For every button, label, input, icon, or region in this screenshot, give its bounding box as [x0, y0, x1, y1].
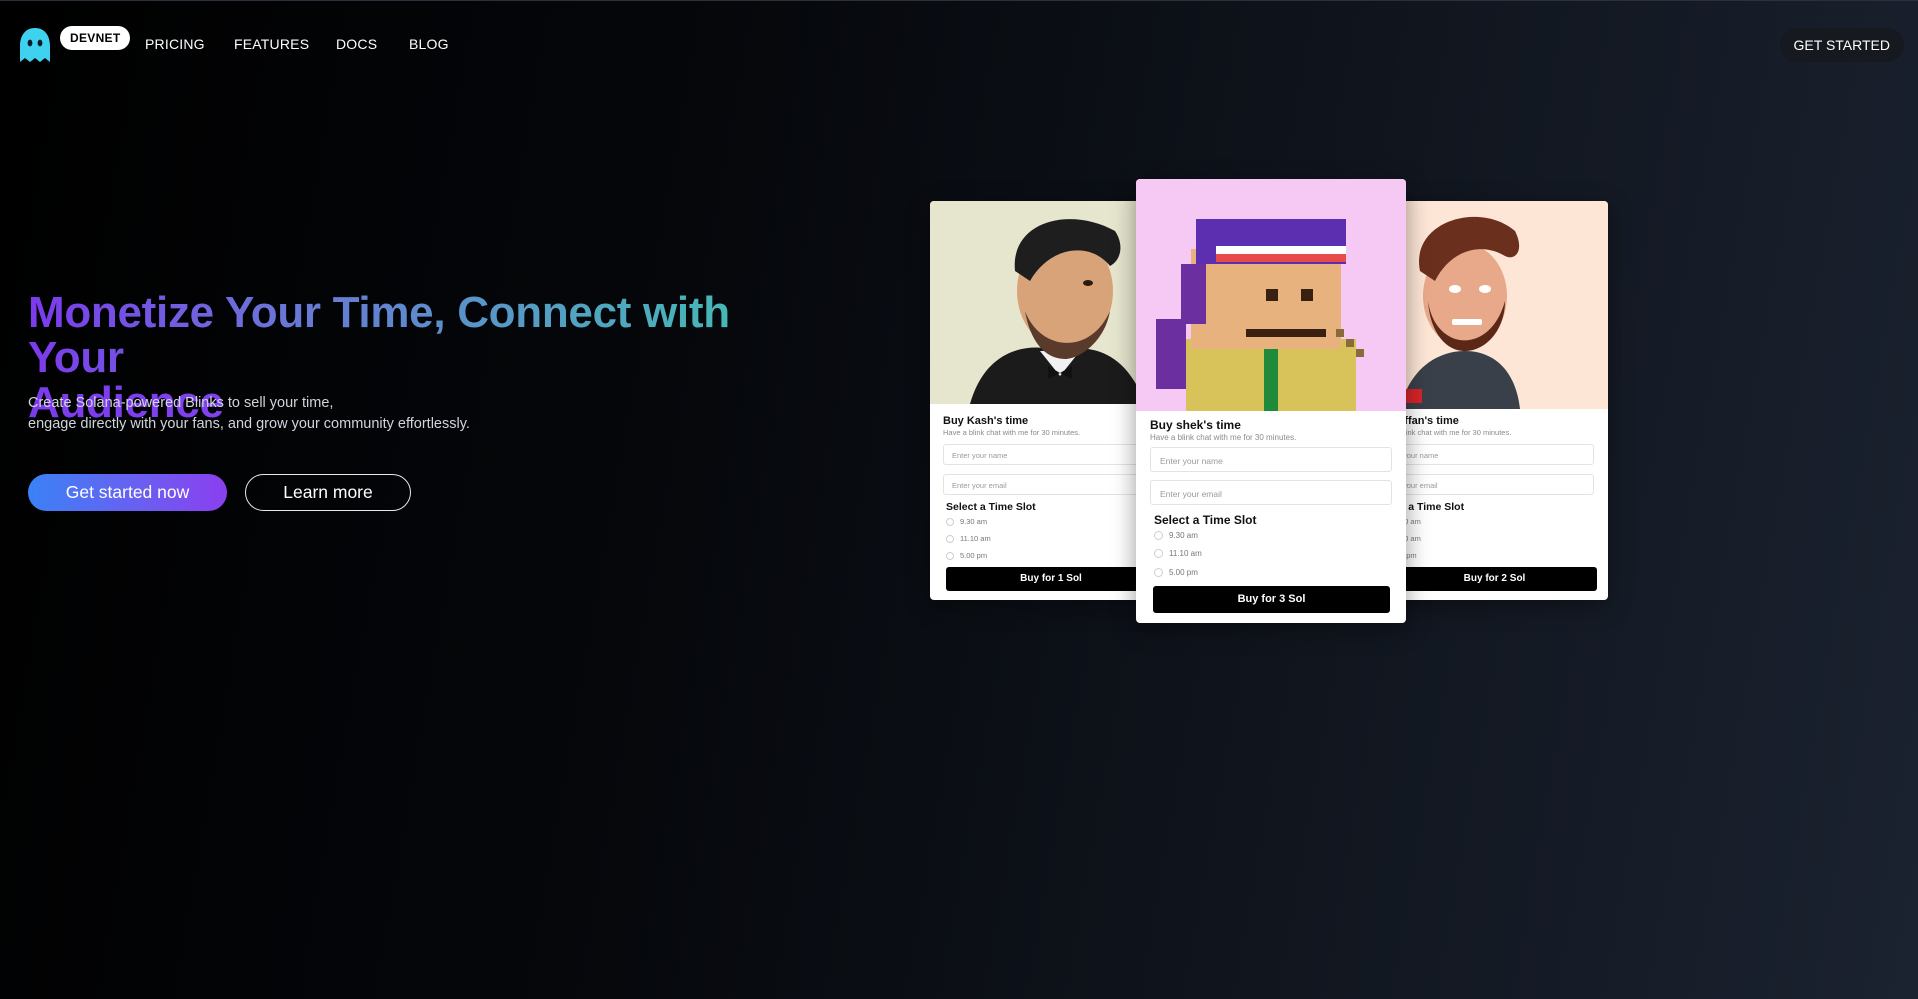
- time-slot-option[interactable]: 5.00 pm: [946, 551, 987, 560]
- network-badge: DEVNET: [60, 26, 131, 50]
- card-title: rffan's time: [1400, 415, 1459, 427]
- hero-subtitle-line2: engage directly with your fans, and grow…: [28, 416, 470, 432]
- radio-icon[interactable]: [1154, 568, 1163, 577]
- radio-icon[interactable]: [946, 534, 954, 543]
- time-slot-heading: ct a Time Slot: [1396, 501, 1465, 513]
- time-slot-heading: Select a Time Slot: [1154, 513, 1257, 527]
- time-slot-option[interactable]: 11.10 am: [1154, 549, 1202, 558]
- ghost-logo-icon[interactable]: [16, 26, 54, 64]
- radio-icon[interactable]: [1154, 531, 1163, 540]
- email-input[interactable]: Enter your email: [943, 474, 1158, 495]
- email-input[interactable]: your email: [1394, 474, 1594, 495]
- top-navigation: DEVNET PRICING FEATURES DOCS BLOG GET ST…: [0, 0, 1918, 90]
- nav-blog[interactable]: BLOG: [409, 36, 449, 52]
- name-input[interactable]: your name: [1394, 444, 1594, 465]
- card-description: Have a blink chat with me for 30 minutes…: [1150, 433, 1297, 442]
- card-title: Buy Kash's time: [943, 415, 1029, 427]
- hero-subtitle-line1: Create Solana-powered Blinks to sell you…: [28, 395, 334, 411]
- get-started-nav-button[interactable]: GET STARTED: [1779, 28, 1904, 62]
- radio-icon[interactable]: [1154, 549, 1163, 558]
- time-slot-option[interactable]: 9.30 am: [946, 517, 987, 526]
- hero-title-line1: Monetize Your Time, Connect with Your: [28, 290, 828, 380]
- nav-features[interactable]: FEATURES: [234, 36, 309, 52]
- radio-icon[interactable]: [946, 551, 954, 560]
- time-slot-option[interactable]: 11.10 am: [946, 534, 991, 543]
- time-slot-option[interactable]: 5.00 pm: [1154, 568, 1198, 577]
- card-description: Have a blink chat with me for 30 minutes…: [943, 428, 1081, 437]
- radio-icon[interactable]: [946, 517, 954, 526]
- card-description: blink chat with me for 30 minutes.: [1400, 428, 1512, 437]
- avatar-shek-image: [1136, 179, 1406, 411]
- buy-button[interactable]: Buy for 1 Sol: [946, 567, 1156, 591]
- email-input[interactable]: Enter your email: [1150, 480, 1392, 505]
- blink-card-rffan: rffan's time blink chat with me for 30 m…: [1380, 201, 1608, 600]
- name-input[interactable]: Enter your name: [943, 444, 1158, 465]
- time-slot-option[interactable]: 9.30 am: [1154, 531, 1198, 540]
- avatar-rffan-image: [1380, 201, 1608, 409]
- hero-subtitle: Create Solana-powered Blinks to sell you…: [28, 393, 588, 435]
- nav-docs[interactable]: DOCS: [336, 36, 377, 52]
- buy-button[interactable]: Buy for 3 Sol: [1153, 586, 1390, 613]
- card-title: Buy shek's time: [1150, 418, 1241, 432]
- time-slot-heading: Select a Time Slot: [946, 501, 1036, 513]
- blink-card-kash: Buy Kash's time Have a blink chat with m…: [930, 201, 1170, 600]
- nav-pricing[interactable]: PRICING: [145, 36, 205, 52]
- blink-card-shek: Buy shek's time Have a blink chat with m…: [1136, 179, 1406, 623]
- avatar-kash-image: [930, 201, 1170, 404]
- name-input[interactable]: Enter your name: [1150, 447, 1392, 472]
- learn-more-button[interactable]: Learn more: [245, 474, 411, 511]
- get-started-now-button[interactable]: Get started now: [28, 474, 227, 511]
- buy-button[interactable]: Buy for 2 Sol: [1392, 567, 1597, 591]
